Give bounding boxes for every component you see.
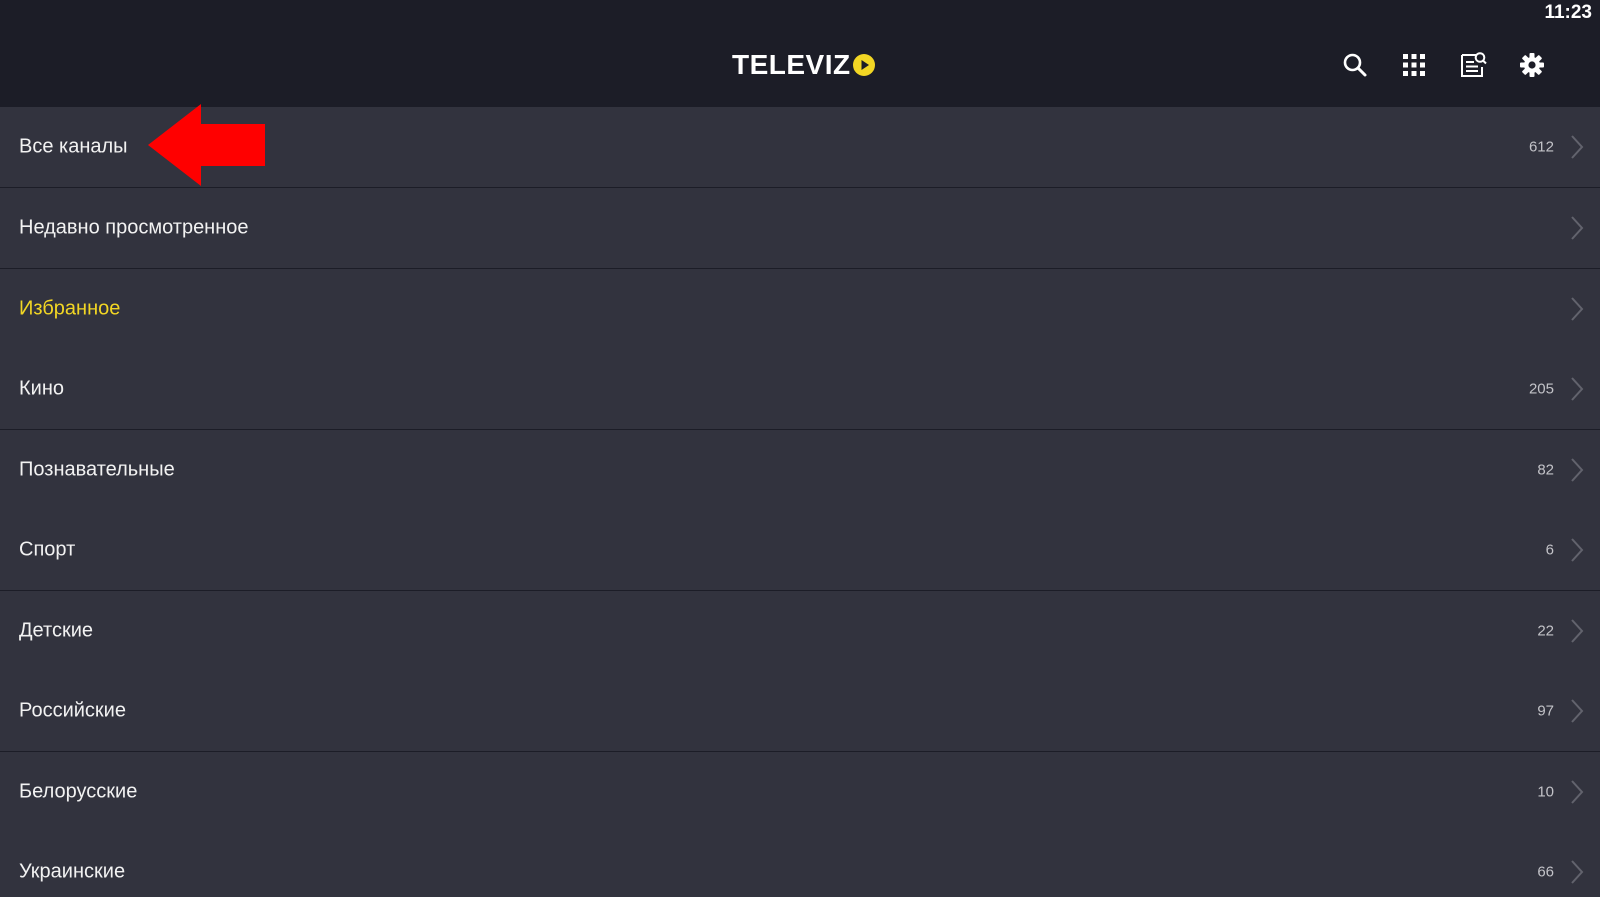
chevron-right-icon [1571, 297, 1584, 321]
channel-count: 82 [1537, 461, 1554, 479]
chevron-right-icon [1571, 699, 1584, 723]
channel-count: 66 [1537, 863, 1554, 881]
category-label: Недавно просмотренное [19, 216, 249, 239]
category-list: Все каналы 612 Недавно просмотренное Изб… [0, 107, 1600, 897]
category-row-belarusian[interactable]: Белорусские 10 [0, 752, 1600, 832]
category-label: Познавательные [19, 458, 175, 481]
search-icon [1343, 53, 1367, 77]
chevron-right-icon [1571, 619, 1584, 643]
category-label: Все каналы [19, 135, 128, 158]
category-row-movies[interactable]: Кино 205 [0, 349, 1600, 429]
chevron-right-icon [1571, 135, 1584, 159]
channel-count: 22 [1537, 622, 1554, 640]
chevron-right-icon [1571, 458, 1584, 482]
category-row-recently-watched[interactable]: Недавно просмотренное [0, 188, 1600, 268]
category-label: Российские [19, 699, 126, 722]
category-label: Украинские [19, 860, 126, 883]
category-row-russian[interactable]: Российские 97 [0, 671, 1600, 751]
category-label: Белорусские [19, 780, 138, 803]
channel-count: 612 [1528, 138, 1554, 156]
top-bar: 11:23 TELEVIZ [0, 0, 1600, 107]
chevron-right-icon [1571, 538, 1584, 562]
category-row-ukrainian[interactable]: Украинские 66 [0, 832, 1600, 897]
category-label: Кино [19, 377, 64, 400]
category-row-favorites[interactable]: Избранное [0, 269, 1600, 349]
apps-grid-button[interactable] [1397, 48, 1431, 82]
category-row-kids[interactable]: Детские 22 [0, 591, 1600, 671]
settings-button[interactable] [1515, 48, 1549, 82]
chevron-right-icon [1571, 860, 1584, 884]
chevron-right-icon [1571, 377, 1584, 401]
red-arrow-annotation [148, 104, 265, 186]
epg-guide-icon [1461, 52, 1487, 77]
app-logo: TELEVIZ [732, 48, 876, 82]
apps-grid-icon [1403, 54, 1425, 76]
settings-gear-icon [1520, 53, 1544, 77]
channel-count: 10 [1537, 783, 1554, 801]
category-row-sport[interactable]: Спорт 6 [0, 510, 1600, 590]
channel-count: 6 [1545, 541, 1554, 559]
category-label: Избранное [19, 297, 121, 320]
channel-count: 205 [1528, 380, 1554, 398]
category-label: Спорт [19, 538, 76, 561]
search-button[interactable] [1338, 48, 1372, 82]
logo-text: TELEVIZ [732, 49, 851, 80]
channel-count: 97 [1537, 702, 1554, 720]
epg-guide-button[interactable] [1456, 48, 1490, 82]
chevron-right-icon [1571, 216, 1584, 240]
category-row-educational[interactable]: Познавательные 82 [0, 430, 1600, 510]
status-clock: 11:23 [1544, 2, 1592, 23]
chevron-right-icon [1571, 780, 1584, 804]
category-label: Детские [19, 619, 93, 642]
logo-play-icon [852, 54, 875, 76]
